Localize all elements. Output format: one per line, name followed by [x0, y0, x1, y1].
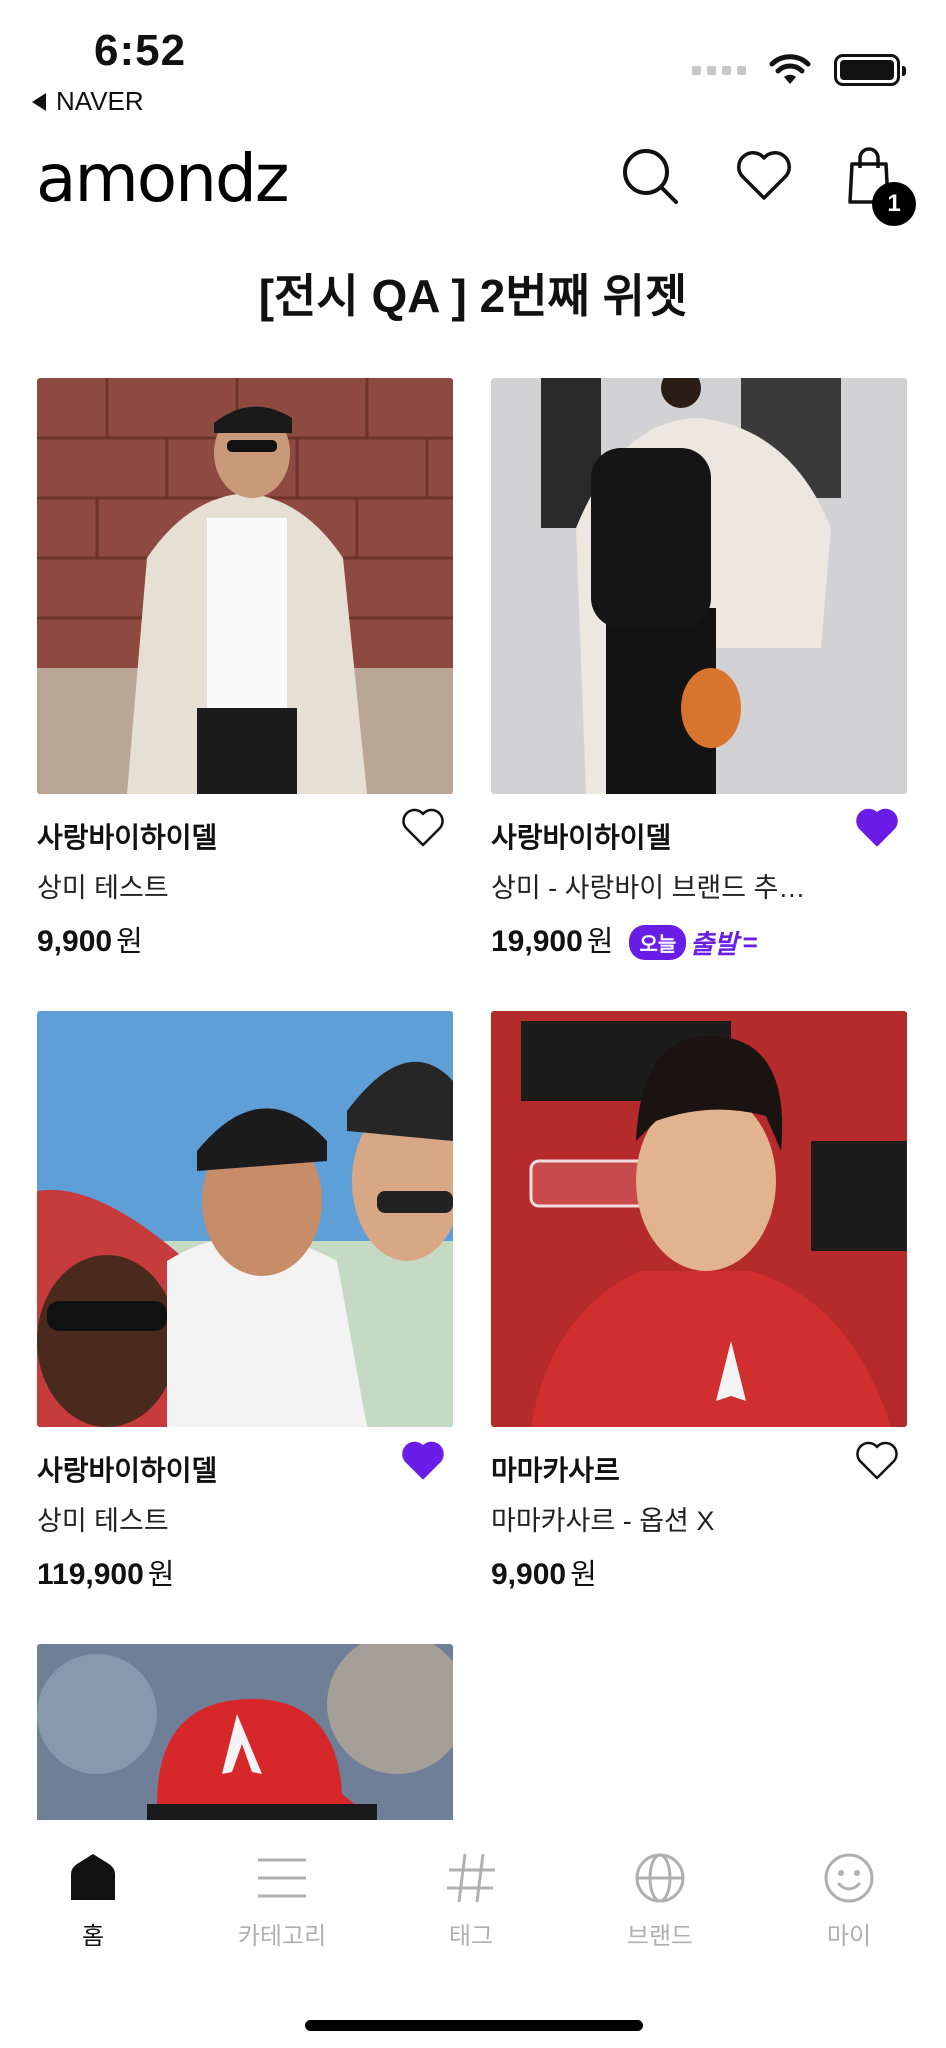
cart-button[interactable]: 1 — [844, 146, 916, 226]
nav-label: 카테고리 — [237, 1923, 327, 1950]
product-image[interactable] — [37, 1644, 453, 1820]
battery-icon — [834, 54, 906, 86]
product-image[interactable] — [491, 1011, 907, 1427]
price-currency: 원 — [586, 926, 614, 958]
status-indicators — [692, 54, 906, 86]
product-card[interactable]: 마마카사르 마마카사르 - 옵션 X 9,900 원 — [491, 1011, 907, 1591]
nav-label: 태그 — [448, 1923, 494, 1950]
heart-outline-icon[interactable] — [855, 1441, 899, 1481]
home-indicator[interactable] — [305, 2020, 643, 2031]
price-currency: 원 — [116, 926, 143, 958]
price-currency: 원 — [147, 1559, 175, 1591]
wishlist-heart-icon[interactable] — [734, 146, 794, 206]
back-triangle-icon — [32, 92, 46, 111]
home-icon — [71, 1854, 115, 1900]
product-card[interactable]: 사랑바이하이델 상미 테스트 9,900 원 — [37, 378, 453, 958]
product-card[interactable] — [37, 1644, 453, 1820]
price-value: 9,900 — [37, 925, 113, 958]
today-shipping-badge: 오늘 출발 = — [629, 924, 757, 961]
shipping-text: 출발 — [690, 929, 739, 959]
product-brand: 마마카사르 — [491, 1455, 620, 1486]
heart-outline-icon[interactable] — [401, 808, 445, 848]
today-pill: 오늘 — [629, 925, 687, 960]
signal-icon — [692, 65, 746, 75]
product-brand: 사랑바이하이델 — [37, 1455, 218, 1486]
product-price: 19,900 원 오늘 출발 = — [491, 918, 757, 961]
nav-home[interactable]: 홈 — [18, 1850, 168, 1951]
back-app-label: NAVER — [56, 86, 144, 116]
nav-tag[interactable]: 태그 — [396, 1850, 546, 1951]
heart-filled-icon[interactable] — [855, 808, 899, 848]
product-image[interactable] — [37, 378, 453, 794]
product-price: 119,900 원 — [37, 1551, 174, 1593]
price-value: 119,900 — [37, 1558, 144, 1591]
product-card[interactable]: 사랑바이하이델 상미 테스트 119,900 원 — [37, 1011, 453, 1591]
product-price: 9,900 원 — [37, 918, 143, 960]
nav-my[interactable]: 마이 — [774, 1850, 924, 1951]
nav-brand[interactable]: 브랜드 — [585, 1850, 735, 1951]
menu-icon — [258, 1858, 306, 1898]
wifi-icon — [769, 54, 811, 84]
smiley-icon — [824, 1853, 874, 1903]
nav-label: 마이 — [826, 1923, 872, 1950]
status-time: 6:52 — [94, 26, 187, 75]
product-price: 9,900 원 — [491, 1551, 597, 1593]
product-card[interactable]: 사랑바이하이델 상미 - 사랑바이 브랜드 추… 19,900 원 오늘 출발 … — [491, 378, 907, 960]
hashtag-icon — [447, 1853, 495, 1903]
product-name: 상미 테스트 — [37, 1506, 169, 1536]
product-name: 상미 테스트 — [37, 873, 169, 903]
product-name: 상미 - 사랑바이 브랜드 추… — [491, 873, 806, 903]
product-brand: 사랑바이하이델 — [37, 822, 218, 853]
product-brand: 사랑바이하이델 — [491, 822, 672, 853]
price-value: 9,900 — [491, 1558, 567, 1591]
price-value: 19,900 — [491, 925, 583, 958]
cart-count-badge: 1 — [872, 182, 916, 226]
nav-label: 브랜드 — [626, 1923, 694, 1950]
back-to-app-link[interactable]: NAVER — [32, 86, 144, 117]
shipping-text-tail: = — [742, 927, 758, 957]
app-header: amondz 1 — [0, 140, 946, 230]
nav-label: 홈 — [81, 1923, 105, 1950]
search-icon[interactable] — [620, 146, 680, 206]
product-image[interactable] — [491, 378, 907, 794]
product-name: 마마카사르 - 옵션 X — [491, 1506, 715, 1536]
brand-logo[interactable]: amondz — [36, 140, 289, 217]
product-image[interactable] — [37, 1011, 453, 1427]
section-title: [전시 QA ] 2번째 위젯 — [258, 270, 688, 322]
heart-filled-icon[interactable] — [401, 1441, 445, 1481]
globe-icon — [635, 1853, 685, 1903]
bottom-navigation: 홈 카테고리 태그 브랜드 마이 — [0, 1820, 946, 2048]
nav-category[interactable]: 카테고리 — [207, 1850, 357, 1951]
price-currency: 원 — [570, 1559, 597, 1591]
status-bar: 6:52 NAVER — [0, 0, 946, 130]
